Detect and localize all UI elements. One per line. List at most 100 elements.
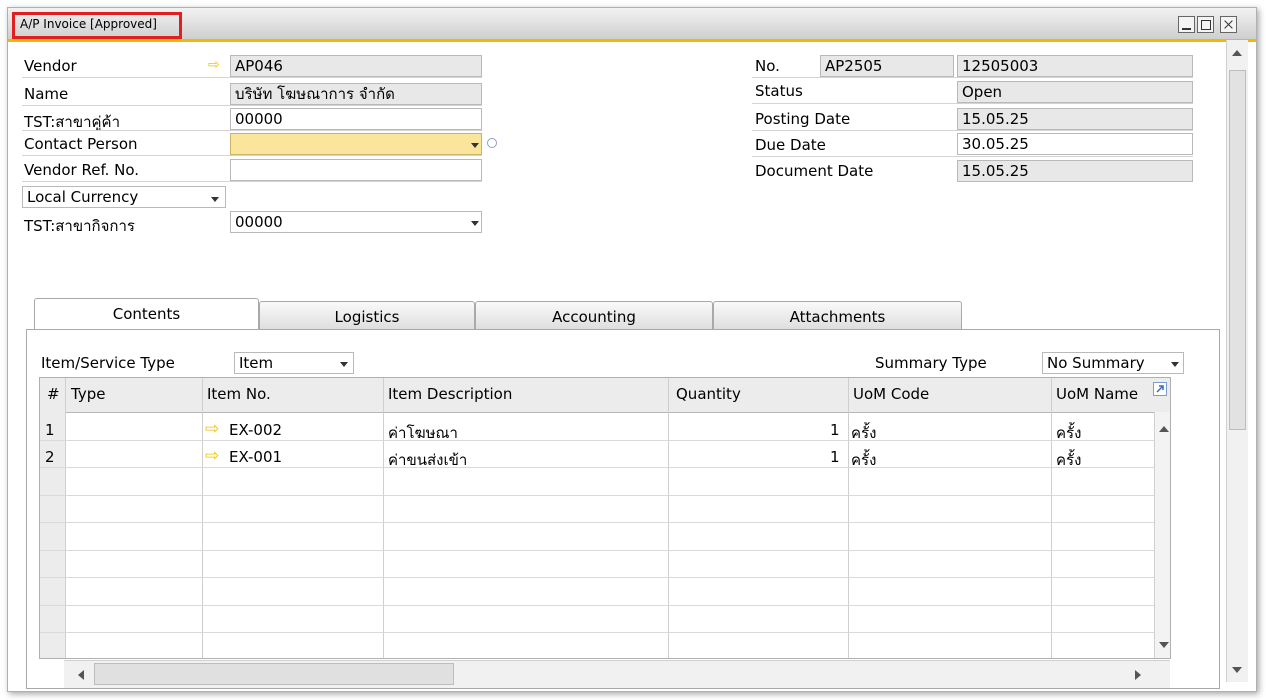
column-header-uom-code[interactable]: UoM Code bbox=[853, 385, 929, 403]
scroll-down-icon[interactable] bbox=[1159, 642, 1169, 648]
row-item-no[interactable]: EX-002 bbox=[229, 421, 282, 439]
currency-value: Local Currency bbox=[27, 188, 139, 206]
series-value: AP2505 bbox=[825, 57, 883, 75]
close-button[interactable] bbox=[1220, 16, 1237, 33]
tab-attachments[interactable]: Attachments bbox=[713, 301, 962, 331]
divider bbox=[22, 105, 482, 106]
status-label: Status bbox=[755, 82, 803, 100]
document-date-label: Document Date bbox=[755, 162, 874, 180]
chevron-down-icon[interactable] bbox=[471, 221, 479, 226]
window-title: A/P Invoice [Approved] bbox=[20, 17, 157, 31]
vendor-label: Vendor bbox=[24, 57, 77, 75]
scroll-up-icon[interactable] bbox=[1159, 426, 1169, 432]
row-uom-name[interactable]: ครั้ง bbox=[1056, 421, 1081, 445]
summary-type-value: No Summary bbox=[1047, 354, 1145, 372]
divider bbox=[752, 77, 1193, 78]
row-divider bbox=[40, 522, 1155, 523]
posting-date-value: 15.05.25 bbox=[962, 110, 1029, 128]
tab-label: Attachments bbox=[789, 308, 886, 326]
row-uom-code[interactable]: ครั้ง bbox=[851, 448, 876, 472]
row-quantity[interactable]: 1 bbox=[830, 421, 840, 439]
doc-number-field[interactable]: 12505003 bbox=[957, 55, 1193, 77]
chevron-down-icon[interactable] bbox=[340, 362, 348, 367]
tab-label: Logistics bbox=[334, 308, 400, 326]
vendor-ref-field[interactable] bbox=[230, 159, 482, 181]
scroll-right-icon[interactable] bbox=[1135, 670, 1141, 680]
row-number[interactable]: 2 bbox=[45, 448, 55, 466]
vendor-field[interactable]: AP046 bbox=[230, 55, 482, 77]
no-label: No. bbox=[755, 57, 780, 75]
title-bar[interactable]: A/P Invoice [Approved] bbox=[8, 8, 1256, 42]
currency-dropdown[interactable]: Local Currency bbox=[22, 186, 226, 208]
maximize-button[interactable] bbox=[1197, 16, 1214, 33]
table-horizontal-scrollbar[interactable] bbox=[64, 660, 1170, 688]
row-item-description[interactable]: ค่าขนส่งเข้า bbox=[388, 448, 467, 472]
column-header-num[interactable]: # bbox=[47, 385, 60, 403]
expand-icon[interactable] bbox=[1153, 382, 1167, 396]
chevron-down-icon[interactable] bbox=[1171, 362, 1179, 367]
item-service-type-label: Item/Service Type bbox=[41, 354, 175, 372]
right-arrow-icon[interactable]: ⇨ bbox=[208, 57, 220, 73]
scroll-left-icon[interactable] bbox=[78, 670, 84, 680]
window-vertical-scrollbar[interactable] bbox=[1226, 40, 1248, 682]
due-date-field[interactable]: 30.05.25 bbox=[957, 133, 1193, 155]
divider bbox=[22, 155, 482, 156]
name-label: Name bbox=[24, 85, 69, 103]
right-arrow-icon[interactable]: ⇨ bbox=[205, 446, 219, 466]
column-divider bbox=[668, 378, 669, 658]
column-divider bbox=[383, 378, 384, 658]
table-header: # Type Item No. Item Description Quantit… bbox=[40, 378, 1170, 413]
column-header-type[interactable]: Type bbox=[71, 385, 105, 403]
scrollbar-thumb[interactable] bbox=[1229, 70, 1246, 430]
summary-type-dropdown[interactable]: No Summary bbox=[1042, 352, 1184, 374]
chevron-down-icon[interactable] bbox=[471, 143, 479, 148]
row-divider bbox=[40, 632, 1155, 633]
business-branch-dropdown[interactable]: 00000 bbox=[230, 211, 482, 233]
item-service-type-value: Item bbox=[239, 354, 274, 372]
tab-logistics[interactable]: Logistics bbox=[259, 301, 475, 331]
tab-label: Contents bbox=[112, 305, 181, 323]
column-header-quantity[interactable]: Quantity bbox=[676, 385, 741, 403]
column-divider bbox=[848, 378, 849, 658]
contact-person-dropdown[interactable] bbox=[230, 133, 482, 155]
divider bbox=[22, 130, 482, 131]
business-branch-label: TST:สาขากิจการ bbox=[24, 217, 135, 235]
branch-field[interactable]: 00000 bbox=[230, 108, 482, 130]
tab-contents[interactable]: Contents bbox=[34, 298, 259, 330]
table-vertical-scrollbar[interactable] bbox=[1154, 412, 1170, 658]
posting-date-label: Posting Date bbox=[755, 110, 851, 128]
tab-accounting[interactable]: Accounting bbox=[475, 301, 713, 331]
divider bbox=[22, 77, 482, 78]
row-item-no[interactable]: EX-001 bbox=[229, 448, 282, 466]
row-uom-code[interactable]: ครั้ง bbox=[851, 421, 876, 445]
column-header-uom-name[interactable]: UoM Name bbox=[1056, 385, 1138, 403]
chevron-down-icon[interactable] bbox=[211, 197, 219, 202]
scroll-down-icon[interactable] bbox=[1232, 667, 1242, 673]
row-divider bbox=[40, 495, 1155, 496]
name-field[interactable]: บริษัท โฆษณาการ จำกัด bbox=[230, 83, 482, 105]
business-branch-value: 00000 bbox=[235, 213, 283, 231]
row-divider bbox=[40, 605, 1155, 606]
item-service-type-dropdown[interactable]: Item bbox=[234, 352, 354, 374]
row-uom-name[interactable]: ครั้ง bbox=[1056, 448, 1081, 472]
row-divider bbox=[40, 440, 1155, 441]
posting-date-field[interactable]: 15.05.25 bbox=[957, 108, 1193, 130]
minimize-button[interactable] bbox=[1178, 16, 1195, 33]
tab-label: Accounting bbox=[552, 308, 636, 326]
scrollbar-thumb[interactable] bbox=[94, 663, 454, 685]
row-item-description[interactable]: ค่าโฆษณา bbox=[388, 421, 458, 445]
right-arrow-icon[interactable]: ⇨ bbox=[205, 419, 219, 439]
scroll-up-icon[interactable] bbox=[1232, 50, 1242, 56]
name-value: บริษัท โฆษณาการ จำกัด bbox=[235, 85, 395, 103]
series-field[interactable]: AP2505 bbox=[820, 55, 954, 77]
row-number[interactable]: 1 bbox=[45, 421, 55, 439]
row-divider bbox=[40, 550, 1155, 551]
divider bbox=[22, 181, 482, 182]
document-date-field[interactable]: 15.05.25 bbox=[957, 160, 1193, 182]
info-circle-icon[interactable] bbox=[487, 138, 497, 148]
column-header-item-no[interactable]: Item No. bbox=[207, 385, 271, 403]
row-quantity[interactable]: 1 bbox=[830, 448, 840, 466]
vendor-value: AP046 bbox=[235, 57, 283, 75]
column-divider bbox=[65, 378, 66, 658]
column-header-item-description[interactable]: Item Description bbox=[388, 385, 512, 403]
